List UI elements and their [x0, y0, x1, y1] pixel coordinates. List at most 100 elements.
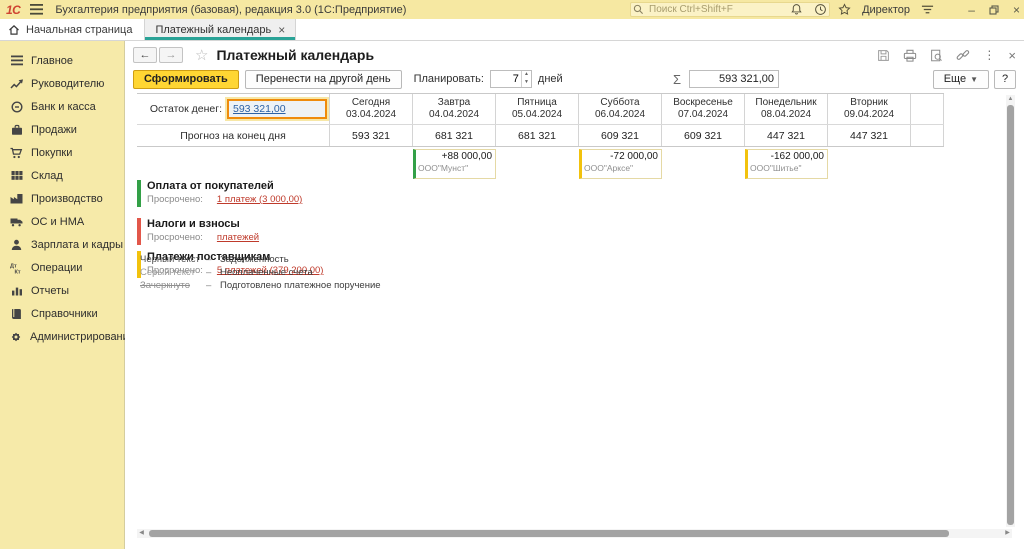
payment-cell[interactable]: -162 000,00ООО"Шитье": [745, 149, 828, 179]
scroll-up-icon[interactable]: ▲: [1006, 95, 1015, 104]
restore-icon[interactable]: [989, 5, 999, 15]
sidebar-item-operacii[interactable]: ДтКт Операции: [0, 256, 124, 279]
preview-icon[interactable]: [930, 49, 943, 62]
link-icon[interactable]: [956, 48, 970, 62]
step-up-icon[interactable]: ▲: [522, 71, 531, 79]
back-button[interactable]: ←: [133, 47, 157, 63]
tab-bar: Начальная страница Платежный календарь ×: [0, 19, 1024, 41]
menu-icon: [10, 55, 23, 66]
plan-days-stepper[interactable]: ▲▼: [490, 70, 532, 88]
history-clock-icon[interactable]: [814, 3, 827, 16]
legend-dash: –: [206, 279, 220, 292]
scroll-right-icon[interactable]: ▶: [1003, 529, 1012, 538]
sidebar-item-admin[interactable]: Администрирование: [0, 325, 124, 348]
help-button[interactable]: ?: [994, 70, 1016, 89]
move-to-another-day-button[interactable]: Перенести на другой день: [245, 70, 402, 89]
book-icon: [10, 308, 23, 320]
section-overdue: Просрочено: 1 платеж (3 000,00): [147, 194, 496, 205]
sidebar-item-zarplata[interactable]: Зарплата и кадры: [0, 233, 124, 256]
overdue-link[interactable]: платежей: [217, 232, 259, 243]
overdue-link[interactable]: 1 платеж (3 000,00): [217, 194, 302, 205]
kebab-menu-icon[interactable]: ⋮: [983, 48, 995, 62]
sidebar-item-label: Операции: [31, 262, 82, 274]
sidebar-item-bank[interactable]: Банк и касса: [0, 95, 124, 118]
current-user[interactable]: Директор: [862, 4, 910, 16]
print-icon[interactable]: [903, 49, 917, 62]
vertical-scroll-thumb[interactable]: [1007, 105, 1014, 525]
horizontal-scrollbar[interactable]: ◀ ▶: [137, 529, 1012, 538]
tab-home[interactable]: Начальная страница: [0, 19, 144, 40]
payment-amount: +88 000,00: [418, 151, 492, 162]
notifications-bell-icon[interactable]: [790, 3, 803, 16]
forecast-value: 609 321: [662, 125, 745, 146]
day-name: Сегодня: [330, 97, 412, 109]
sidebar-item-os[interactable]: ОС и НМА: [0, 210, 124, 233]
day-date: 08.04.2024: [745, 109, 827, 121]
app-window: 1С Бухгалтерия предприятия (базовая), ре…: [0, 0, 1024, 549]
section-color-bar: [137, 180, 141, 207]
dt-kt-icon: ДтКт: [10, 262, 23, 274]
balance-field[interactable]: 593 321,00: [227, 99, 327, 119]
sidebar-item-label: Банк и касса: [31, 101, 96, 113]
day-date: 07.04.2024: [662, 109, 744, 121]
sidebar-item-sprav[interactable]: Справочники: [0, 302, 124, 325]
total-sum-field[interactable]: [689, 70, 779, 88]
payment-section: Оплата от покупателейПросрочено:1 платеж…: [137, 149, 944, 205]
day-date: 05.04.2024: [496, 109, 578, 121]
sidebar-item-prodazhi[interactable]: Продажи: [0, 118, 124, 141]
step-down-icon[interactable]: ▼: [522, 79, 531, 87]
more-button[interactable]: Еще▼: [933, 70, 989, 89]
cart-icon: [10, 147, 23, 159]
payment-org: ООО"Мунст": [418, 163, 492, 173]
favorites-star-icon[interactable]: [838, 3, 851, 16]
close-icon[interactable]: ×: [1013, 4, 1020, 16]
sidebar-item-glavnoe[interactable]: Главное: [0, 49, 124, 72]
content-area: ← → ☆ Платежный календарь ⋮ ×: [125, 41, 1024, 549]
save-icon[interactable]: [877, 49, 890, 62]
scroll-left-icon[interactable]: ◀: [137, 529, 146, 538]
days-label: дней: [538, 73, 563, 85]
stepper-arrows[interactable]: ▲▼: [521, 71, 531, 87]
coin-icon: [10, 101, 23, 113]
main-menu-icon[interactable]: [30, 4, 43, 15]
sidebar-item-proizv[interactable]: Производство: [0, 187, 124, 210]
overdue-label: Просрочено:: [147, 194, 203, 205]
forward-button[interactable]: →: [159, 47, 183, 63]
sidebar-item-pokupki[interactable]: Покупки: [0, 141, 124, 164]
legend-sample: Серый текст: [140, 266, 206, 279]
forecast-label: Прогноз на конец дня: [137, 125, 330, 146]
overdue-label: Просрочено:: [147, 232, 203, 243]
plan-days-input[interactable]: [491, 71, 521, 87]
tab-home-label: Начальная страница: [26, 24, 132, 36]
legend: Черный текст–ЗадолженностьСерый текст–Не…: [140, 253, 381, 292]
generate-button[interactable]: Сформировать: [133, 70, 239, 89]
tab-payment-calendar[interactable]: Платежный календарь ×: [144, 19, 296, 40]
sidebar-item-label: Руководителю: [31, 78, 104, 90]
payment-cell[interactable]: +88 000,00ООО"Мунст": [413, 149, 496, 179]
close-form-icon[interactable]: ×: [1008, 48, 1016, 63]
vertical-scrollbar[interactable]: ▲: [1006, 95, 1015, 527]
factory-icon: [10, 193, 23, 204]
service-menu-icon[interactable]: [921, 4, 934, 15]
column-header-day: Пятница05.04.2024: [496, 94, 579, 124]
person-icon: [10, 239, 23, 251]
sidebar-item-label: Продажи: [31, 124, 77, 136]
legend-desc: Неоплаченные счета: [220, 266, 313, 279]
balance-label: Остаток денег:: [150, 103, 222, 115]
gear-icon: [10, 331, 22, 343]
payment-amount: -162 000,00: [750, 151, 824, 162]
sidebar-item-otchety[interactable]: Отчеты: [0, 279, 124, 302]
sidebar-item-rukovod[interactable]: Руководителю: [0, 72, 124, 95]
favorite-star-icon[interactable]: ☆: [195, 46, 208, 64]
section-header: Налоги и взносыПросрочено:платежей: [137, 217, 496, 247]
legend-desc: Подготовлено платежное поручение: [220, 279, 381, 292]
day-date: 09.04.2024: [828, 109, 910, 121]
legend-row: Серый текст–Неоплаченные счета: [140, 266, 381, 279]
balance-amount-link[interactable]: 593 321,00: [233, 103, 286, 115]
sidebar-item-sklad[interactable]: Склад: [0, 164, 124, 187]
1c-logo-icon: 1С: [6, 3, 20, 17]
horizontal-scroll-thumb[interactable]: [149, 530, 949, 537]
minimize-icon[interactable]: –: [968, 4, 975, 16]
payment-cell[interactable]: -72 000,00ООО"Арксе": [579, 149, 662, 179]
close-tab-icon[interactable]: ×: [278, 24, 285, 36]
